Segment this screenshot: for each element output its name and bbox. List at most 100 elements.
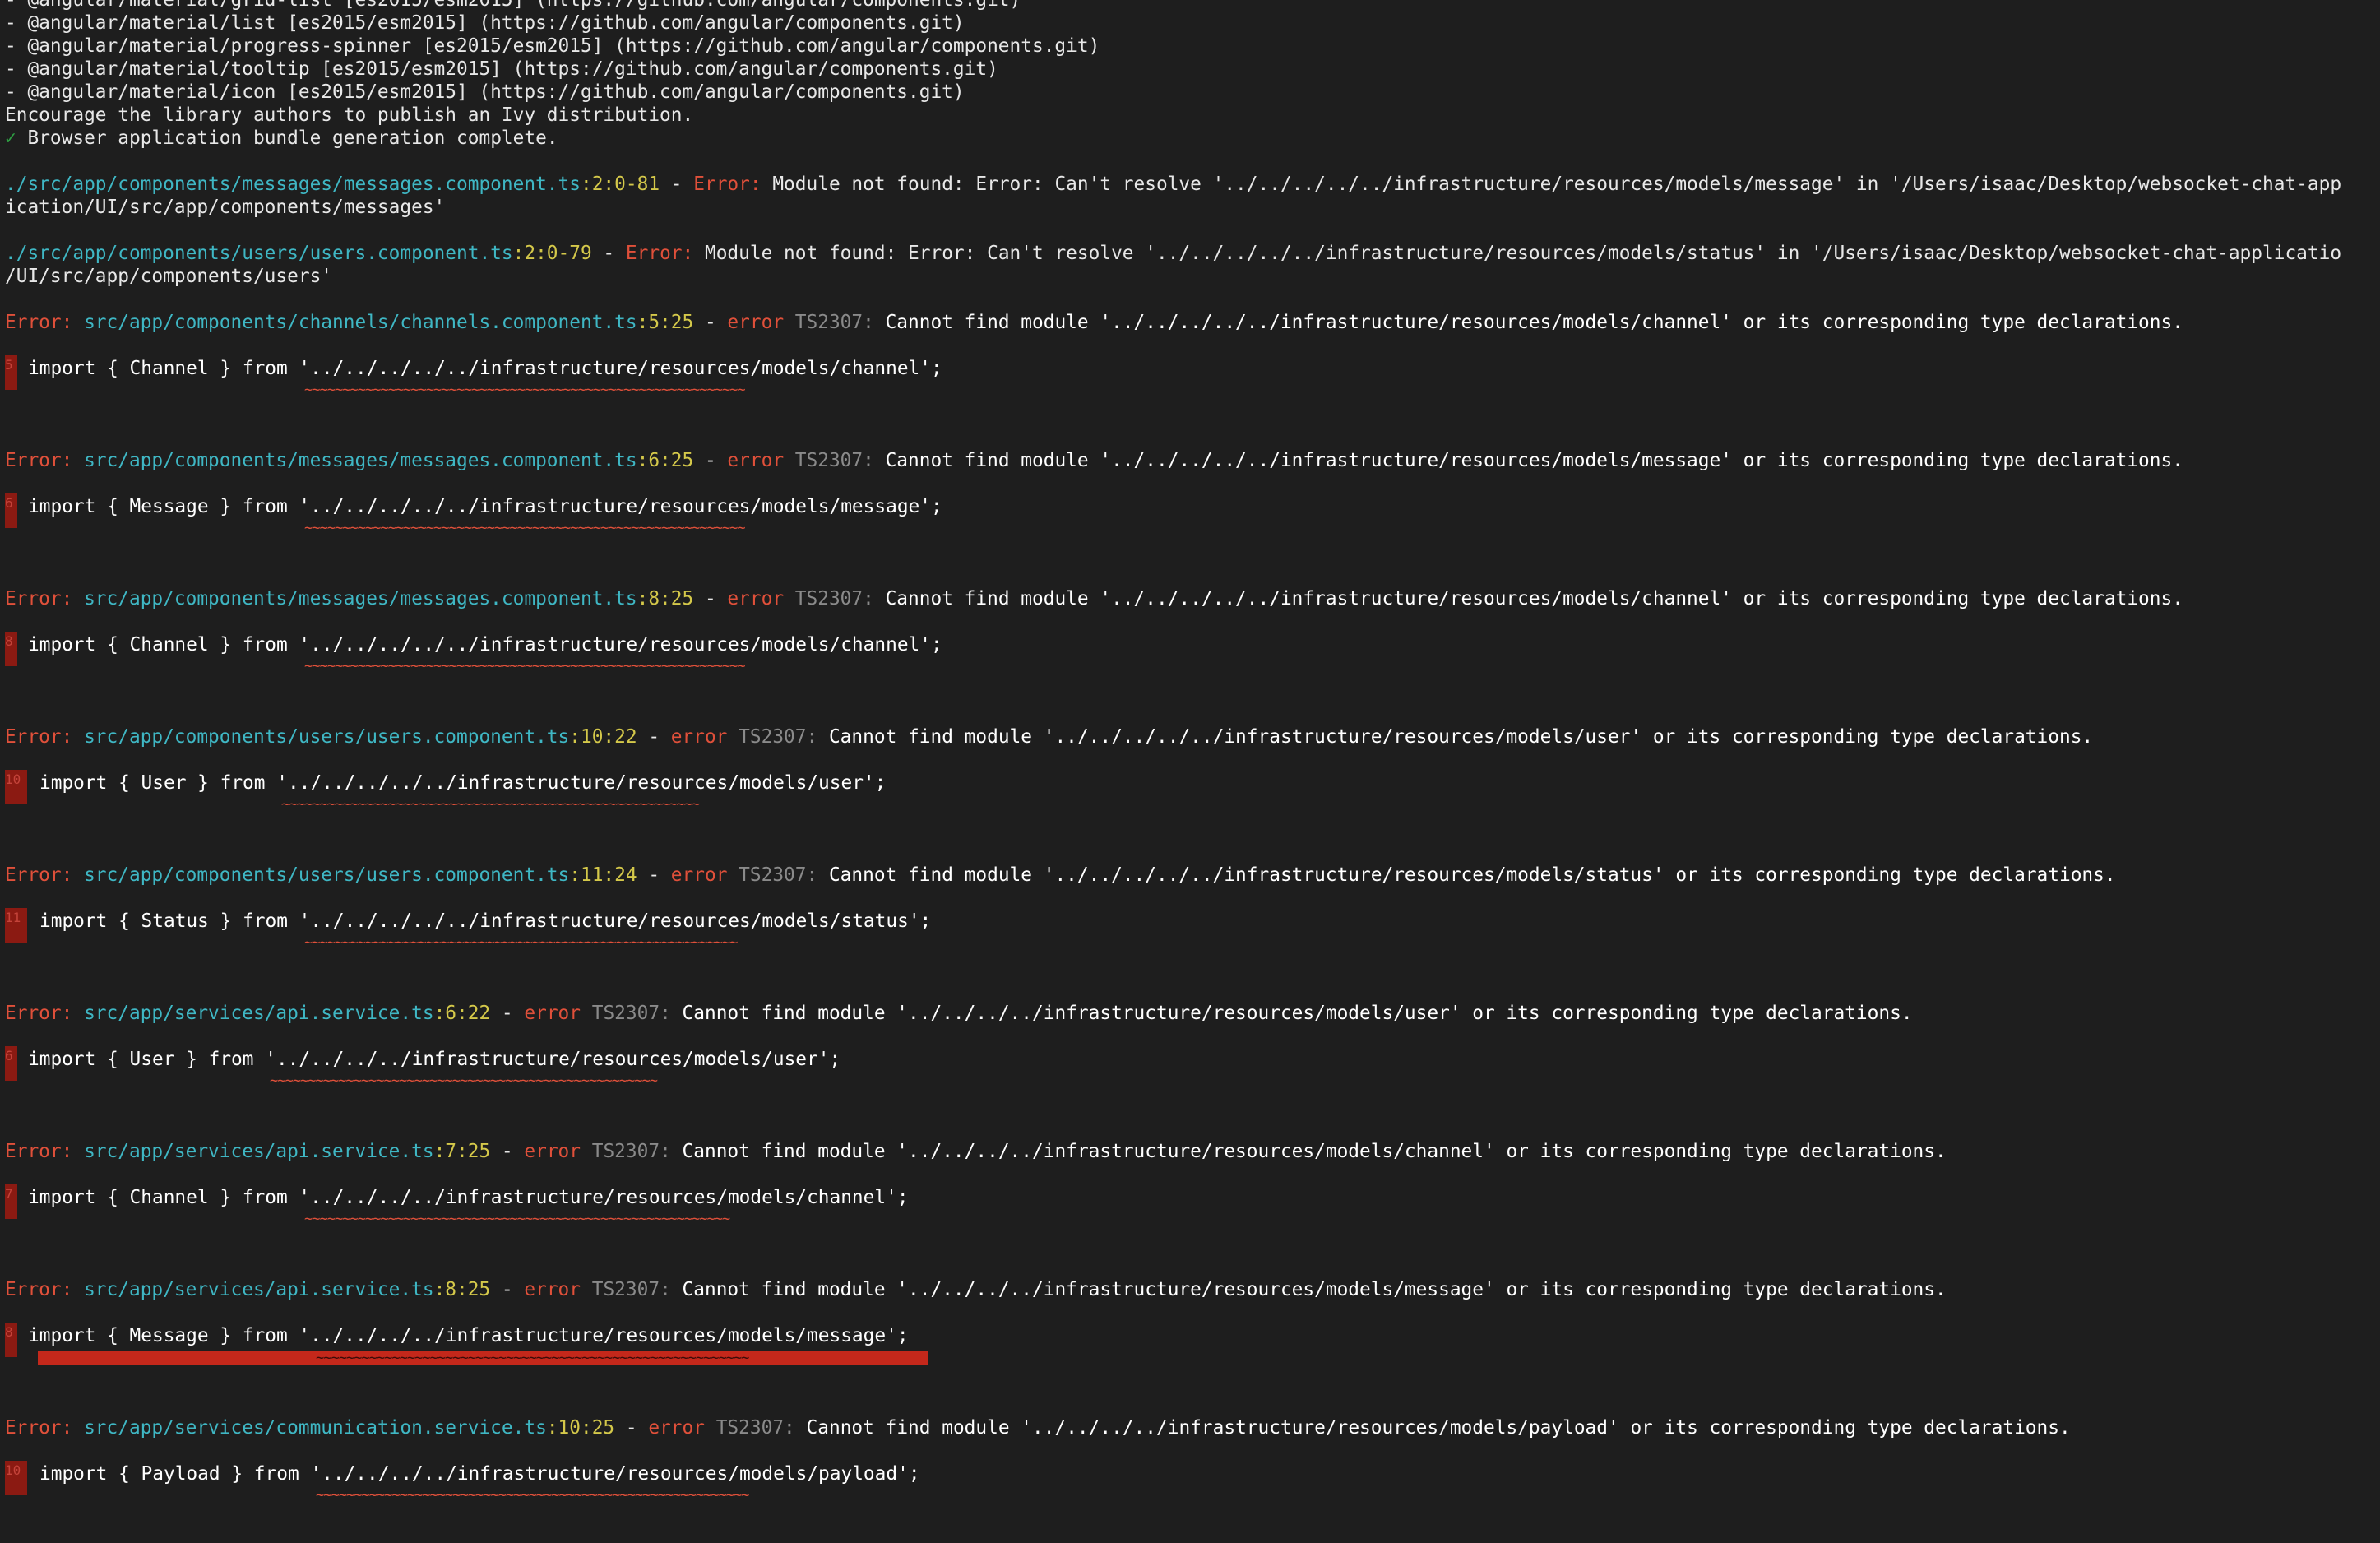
line-gutter: 6: [5, 493, 17, 528]
error-code: TS2307:: [727, 864, 818, 886]
ts-error-line: Error: src/app/components/users/users.co…: [5, 864, 2116, 887]
error-keyword: error: [727, 588, 785, 609]
error-keyword: error: [524, 1003, 581, 1024]
gutter-line-number: 5: [5, 357, 13, 373]
bundle-status-text: Browser application bundle generation co…: [27, 127, 558, 149]
terminal-window[interactable]: - @angular/material/grid-list [es2015/es…: [0, 0, 2380, 1543]
line-gutter: 8: [5, 632, 17, 666]
error-code: TS2307:: [581, 1279, 671, 1300]
error-prefix: Error:: [5, 312, 85, 333]
source-code-line: import { User } from '../../../../infras…: [28, 1049, 841, 1070]
source-code-line: import { Message } from '../../../../inf…: [28, 1325, 909, 1346]
bundle-status-line: ✓ Browser application bundle generation …: [5, 127, 558, 150]
gutter-line-number: 8: [5, 633, 13, 649]
error-separator: -: [591, 243, 626, 264]
line-gutter: 6: [5, 1046, 17, 1081]
error-file-path: src/app/services/api.service.ts: [84, 1141, 434, 1162]
error-file-path: src/app/services/api.service.ts: [84, 1279, 434, 1300]
error-prefix: Error:: [5, 588, 85, 609]
error-keyword: error: [727, 450, 785, 471]
source-code-line: import { Channel } from '../../../../inf…: [28, 1187, 909, 1208]
gutter-line-number: 11: [5, 910, 21, 925]
error-separator: -: [637, 864, 671, 886]
error-message: Module not found: Error: Can't resolve '…: [761, 174, 2342, 195]
log-line: - @angular/material/progress-spinner [es…: [5, 35, 1100, 57]
error-keyword: error: [524, 1279, 581, 1300]
error-underline: ~~~~~~~~~~~~~~~~~~~~~~~~~~~~~~~~~~~~~~~~…: [270, 1073, 658, 1089]
error-separator: -: [693, 312, 728, 333]
error-prefix: Error:: [5, 450, 85, 471]
error-code: TS2307:: [581, 1003, 671, 1024]
error-file-path: src/app/services/communication.service.t…: [84, 1417, 547, 1439]
gutter-line-number: 8: [5, 1324, 13, 1340]
module-error-continuation: ication/UI/src/app/components/messages': [5, 197, 446, 218]
error-keyword: error: [648, 1417, 705, 1439]
error-prefix: Error:: [5, 1279, 85, 1300]
gutter-line-number: 10: [5, 1462, 21, 1478]
ts-error-line: Error: src/app/services/api.service.ts:6…: [5, 1002, 1913, 1025]
gutter-line-number: 6: [5, 495, 13, 511]
gutter-line-number: 10: [5, 772, 21, 787]
error-file-path: src/app/services/api.service.ts: [84, 1003, 434, 1024]
error-label: Error:: [625, 243, 694, 264]
error-location: :5:25: [637, 312, 694, 333]
line-gutter: 7: [5, 1184, 17, 1219]
error-file-path: src/app/components/messages/messages.com…: [84, 450, 637, 471]
error-message: Cannot find module '../../../../../infra…: [817, 864, 2116, 886]
ts-error-line: Error: src/app/components/channels/chann…: [5, 311, 2183, 334]
error-code: TS2307:: [727, 726, 818, 748]
error-message: Cannot find module '../../../../../infra…: [873, 588, 2183, 609]
error-code: TS2307:: [784, 588, 874, 609]
error-location: :2:0-79: [512, 243, 592, 264]
error-separator: -: [490, 1279, 525, 1300]
source-code-line: import { Message } from '../../../../../…: [28, 496, 942, 517]
error-file-path: src/app/components/users/users.component…: [84, 864, 570, 886]
log-line: - @angular/material/tooltip [es2015/esm2…: [5, 58, 998, 80]
error-message: Module not found: Error: Can't resolve '…: [693, 243, 2342, 264]
error-underline: ~~~~~~~~~~~~~~~~~~~~~~~~~~~~~~~~~~~~~~~~…: [304, 1211, 730, 1227]
error-keyword: error: [670, 726, 728, 748]
error-prefix: Error:: [5, 726, 85, 748]
error-separator: -: [490, 1003, 525, 1024]
checkmark-icon: ✓: [5, 127, 16, 149]
error-location: :11:24: [569, 864, 637, 886]
error-underline: ~~~~~~~~~~~~~~~~~~~~~~~~~~~~~~~~~~~~~~~~…: [316, 1351, 749, 1365]
error-code: TS2307:: [784, 312, 874, 333]
error-message: Cannot find module '../../../../../infra…: [817, 726, 2094, 748]
error-separator: -: [693, 588, 728, 609]
error-underline: ~~~~~~~~~~~~~~~~~~~~~~~~~~~~~~~~~~~~~~~~…: [304, 520, 746, 536]
error-prefix: Error:: [5, 1003, 85, 1024]
source-code-line: import { Payload } from '../../../../inf…: [39, 1463, 920, 1485]
ts-error-line: Error: src/app/services/api.service.ts:7…: [5, 1140, 1947, 1163]
error-underline: ~~~~~~~~~~~~~~~~~~~~~~~~~~~~~~~~~~~~~~~~…: [304, 658, 746, 674]
error-location: :8:25: [433, 1279, 491, 1300]
error-file-path: ./src/app/components/users/users.compone…: [5, 243, 513, 264]
log-line: - @angular/material/grid-list [es2015/es…: [5, 0, 1021, 11]
module-error-line: ./src/app/components/messages/messages.c…: [5, 173, 2341, 196]
error-separator: -: [693, 450, 728, 471]
gutter-line-number: 6: [5, 1048, 13, 1063]
source-code-line: import { Channel } from '../../../../../…: [28, 358, 942, 379]
module-error-continuation: /UI/src/app/components/users': [5, 266, 333, 287]
error-location: :6:25: [637, 450, 694, 471]
error-prefix: Error:: [5, 1417, 85, 1439]
error-separator: -: [490, 1141, 525, 1162]
line-gutter: 11: [5, 908, 27, 943]
source-code-line: import { User } from '../../../../../inf…: [39, 772, 887, 794]
error-message: Cannot find module '../../../../../infra…: [873, 312, 2183, 333]
error-location: :10:22: [569, 726, 637, 748]
error-location: :6:22: [433, 1003, 491, 1024]
error-file-path: src/app/components/users/users.component…: [84, 726, 570, 748]
log-line: - @angular/material/list [es2015/esm2015…: [5, 12, 965, 34]
error-underline: ~~~~~~~~~~~~~~~~~~~~~~~~~~~~~~~~~~~~~~~~…: [316, 1487, 749, 1504]
error-message: Cannot find module '../../../../infrastr…: [670, 1141, 1947, 1162]
error-location: :7:25: [433, 1141, 491, 1162]
error-location: :2:0-81: [580, 174, 660, 195]
error-separator: -: [637, 726, 671, 748]
ts-error-line: Error: src/app/components/messages/messa…: [5, 587, 2183, 610]
ts-error-line: Error: src/app/services/api.service.ts:8…: [5, 1278, 1947, 1301]
error-location: :10:25: [546, 1417, 615, 1439]
ts-error-line: Error: src/app/components/messages/messa…: [5, 449, 2183, 472]
line-gutter: 5: [5, 355, 17, 390]
log-line: Encourage the library authors to publish…: [5, 104, 694, 126]
